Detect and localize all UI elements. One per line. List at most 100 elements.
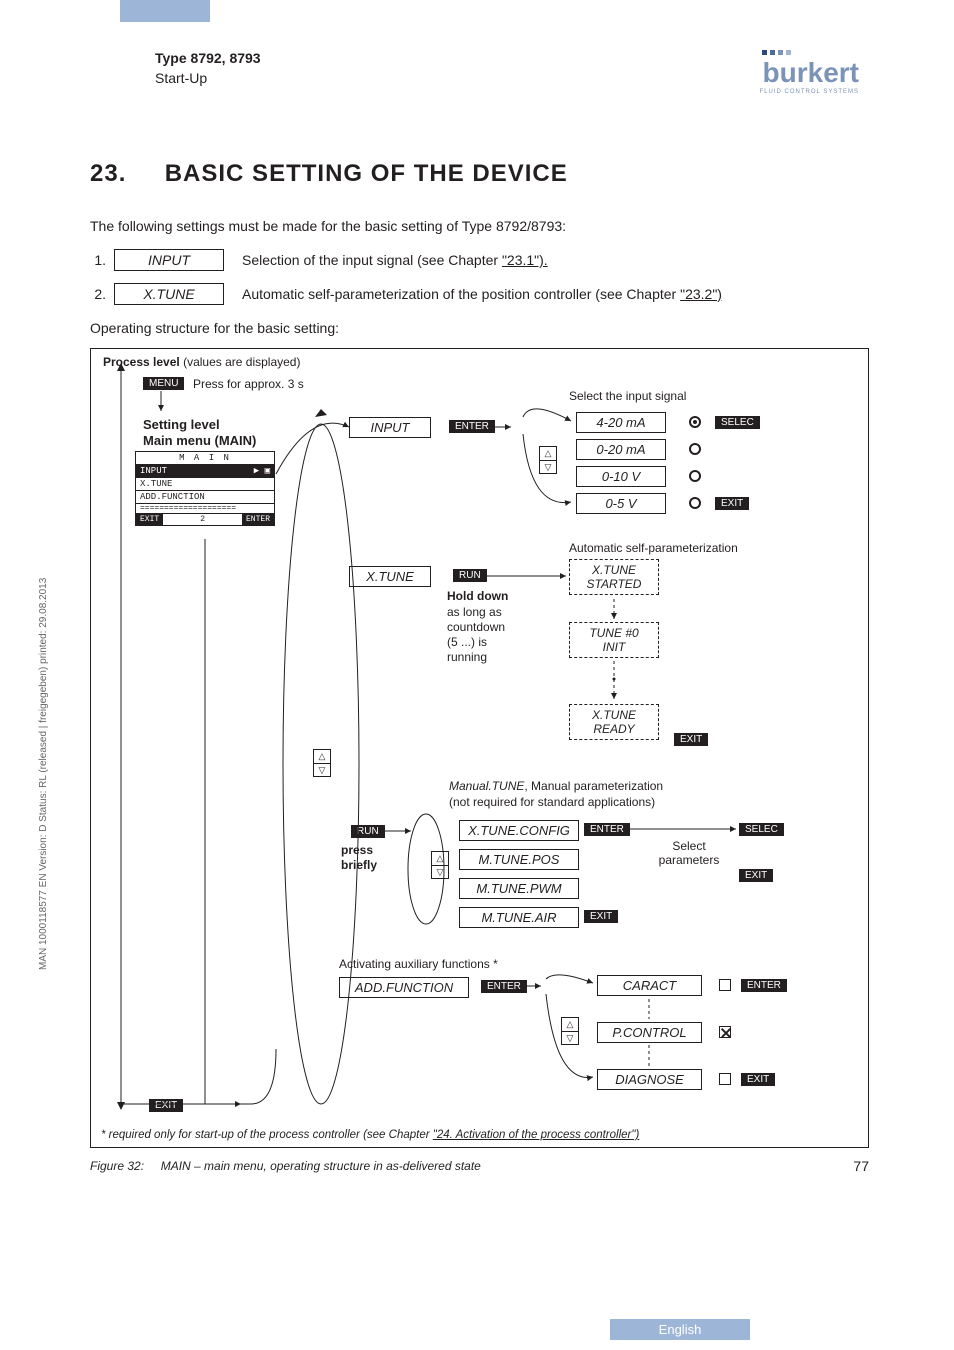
diagnose-node: DIAGNOSE [597,1069,702,1090]
selec-badge: SELEC [715,416,760,429]
page-number: 77 [853,1158,869,1174]
auto-param-label: Automatic self-parameterization [569,541,738,555]
enter-badge-2: ENTER [584,823,630,836]
figure-caption-row: Figure 32: MAIN – main menu, operating s… [90,1158,869,1174]
mtune-pos: M.TUNE.POS [459,849,579,870]
lcd-row-xtune: X.TUNE [136,477,274,490]
exit-badge-6: EXIT [149,1099,183,1112]
updown-keys-icon: △▽ [431,851,449,879]
enter-badge-4: ENTER [741,979,787,992]
checkbox-pcontrol [719,1026,731,1038]
menu-press-text: Press for approx. 3 s [193,377,304,391]
xtune-config: X.TUNE.CONFIG [459,820,579,841]
exit-badge-5: EXIT [741,1073,775,1086]
radio-4-20 [689,416,701,428]
lcd-bottom: EXIT 2 ENTER [136,513,274,525]
figure-caption: MAIN – main menu, operating structure in… [161,1159,481,1173]
updown-keys-icon: △▽ [313,749,331,777]
press-label: press [341,843,373,857]
hold-down-label: Hold down [447,589,508,603]
step-row: 2. X.TUNE Automatic self-parameterizatio… [90,283,869,305]
diagram-footnote: * required only for start-up of the proc… [101,1129,858,1141]
xtune-ready-box: X.TUNE READY [569,704,659,740]
radio-0-10 [689,470,701,482]
lcd-row-addfunc: ADD.FUNCTION [136,490,274,503]
setting-level-label: Setting level [143,417,220,432]
updown-keys-icon: △▽ [539,446,557,474]
main-menu-label: Main menu (MAIN) [143,433,256,448]
lcd-screen: M A I N INPUT▶ ▣ X.TUNE ADD.FUNCTION ===… [135,451,275,526]
process-level-title: Process level (values are displayed) [103,355,300,369]
mtune-pwm: M.TUNE.PWM [459,878,579,899]
run-badge: RUN [453,569,487,582]
menu-badge: MENU [143,377,184,390]
link-23-2[interactable]: "23.2") [680,286,722,302]
hold-line-1: as long as [447,605,502,619]
section-title: BASIC SETTING OF THE DEVICE [165,160,568,187]
manual-tune-label: Manual.TUNE, Manual parameterization [449,779,663,793]
briefly-label: briefly [341,858,377,872]
radio-0-20 [689,443,701,455]
logo-tagline: FLUID CONTROL SYSTEMS [760,89,859,95]
manual-tune-sub: (not required for standard applications) [449,795,655,809]
lcd-row-input: INPUT▶ ▣ [136,464,274,477]
section-number: 23. [90,160,126,187]
brand-logo: burkert FLUID CONTROL SYSTEMS [760,50,859,95]
hold-line-4: running [447,650,487,664]
side-metadata: MAN 1000118577 EN Version: D Status: RL … [38,578,49,970]
step-desc: Selection of the input signal (see Chapt… [242,252,869,268]
run-badge-2: RUN [351,825,385,838]
lcd-separator: ==================== [136,503,274,513]
main-content: 23. BASIC SETTING OF THE DEVICE The foll… [90,160,869,1174]
hold-line-3: (5 ...) is [447,635,487,649]
exit-badge-3: EXIT [584,910,618,923]
step-row: 1. INPUT Selection of the input signal (… [90,249,869,271]
page-header: Type 8792, 8793 Start-Up burkert FLUID C… [155,50,859,95]
doc-section: Start-Up [155,70,261,86]
signal-4-20: 4-20 mA [576,412,666,433]
hold-line-2: countdown [447,620,505,634]
enter-badge-3: ENTER [481,980,527,993]
step-box-xtune: X.TUNE [114,283,224,305]
radio-0-5 [689,497,701,509]
steps-list: 1. INPUT Selection of the input signal (… [90,249,869,305]
mtune-air: M.TUNE.AIR [459,907,579,928]
top-blue-tab [120,0,210,22]
selec-badge-2: SELEC [739,823,784,836]
step-number: 2. [90,286,114,302]
checkbox-diagnose [719,1073,731,1085]
xtune-started-box: X.TUNE STARTED [569,559,659,595]
step-desc: Automatic self-parameterization of the p… [242,286,869,302]
node-input: INPUT [349,417,431,438]
lcd-title: M A I N [136,452,274,464]
link-chapter-24[interactable]: "24. Activation of the process controlle… [433,1129,640,1141]
footer-language: English [610,1319,750,1340]
top-bar [0,0,954,22]
pcontrol-node: P.CONTROL [597,1022,702,1043]
select-signal-label: Select the input signal [569,389,686,403]
step-number: 1. [90,252,114,268]
signal-0-10: 0-10 V [576,466,666,487]
logo-text: burkert [760,57,859,89]
exit-badge-2: EXIT [674,733,708,746]
figure-label: Figure 32: [90,1159,144,1173]
link-23-1[interactable]: "23.1"). [502,252,548,268]
doc-type: Type 8792, 8793 [155,50,261,66]
aux-title: Activating auxiliary functions * [339,957,498,971]
signal-0-20: 0-20 mA [576,439,666,460]
signal-0-5: 0-5 V [576,493,666,514]
section-heading: 23. BASIC SETTING OF THE DEVICE [90,160,869,188]
caract-node: CARACT [597,975,702,996]
enter-badge: ENTER [449,420,495,433]
op-structure-label: Operating structure for the basic settin… [90,320,869,336]
add-function-node: ADD.FUNCTION [339,977,469,998]
select-params-label: Selectparameters [649,839,729,867]
checkbox-caract [719,979,731,991]
node-xtune: X.TUNE [349,566,431,587]
intro-text: The following settings must be made for … [90,218,869,234]
operating-diagram: Process level (values are displayed) MEN… [90,348,869,1148]
step-box-input: INPUT [114,249,224,271]
exit-badge: EXIT [715,497,749,510]
exit-badge-4: EXIT [739,869,773,882]
updown-keys-icon: △▽ [561,1017,579,1045]
